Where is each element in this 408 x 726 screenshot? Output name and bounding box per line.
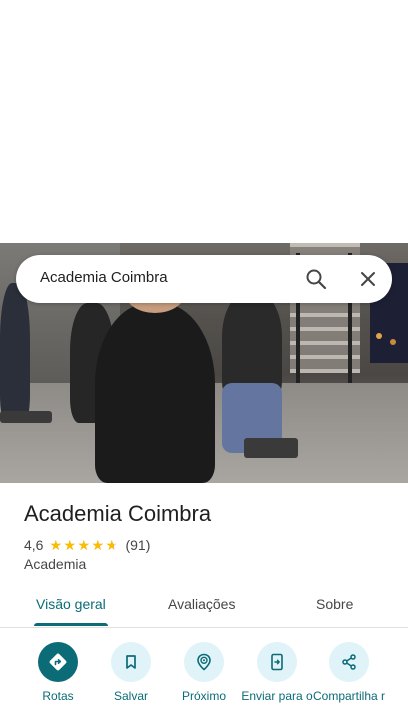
review-count: (91)	[125, 537, 151, 553]
bookmark-icon	[111, 642, 151, 682]
tab-reviews[interactable]: Avaliações	[168, 596, 235, 612]
send-to-phone-button[interactable]: Enviar para o	[239, 640, 315, 703]
place-tabs: Visão geral Avaliações Sobre	[0, 585, 408, 628]
star-rating: ★ ★ ★ ★ ★ ★ ★ ★ ★ ★	[49, 538, 119, 552]
share-button[interactable]: Compartilha r	[311, 640, 387, 703]
share-icon	[329, 642, 369, 682]
close-icon[interactable]	[356, 267, 380, 291]
nearby-button[interactable]: Próximo	[166, 640, 242, 703]
map-blank-area	[0, 0, 408, 243]
star-icon: ★ ★	[105, 537, 119, 553]
star-icon: ★ ★	[49, 537, 63, 553]
save-button[interactable]: Salvar	[93, 640, 169, 703]
nearby-label: Próximo	[181, 689, 226, 703]
search-bar[interactable]: Academia Coimbra	[16, 255, 392, 303]
save-label: Salvar	[113, 689, 148, 703]
action-buttons: Rotas Salvar Próximo Enviar para o Compa…	[0, 640, 408, 726]
star-icon: ★ ★	[77, 537, 91, 553]
star-icon: ★ ★	[91, 537, 105, 553]
directions-button[interactable]: Rotas	[20, 640, 96, 703]
search-icon[interactable]	[304, 267, 328, 291]
rating-value: 4,6	[24, 537, 44, 553]
directions-icon	[38, 642, 78, 682]
directions-label: Rotas	[42, 689, 74, 703]
active-tab-indicator	[34, 623, 108, 626]
rating-row[interactable]: 4,6 ★ ★ ★ ★ ★ ★ ★ ★ ★ ★ (91)	[24, 536, 150, 554]
send-to-phone-icon	[257, 642, 297, 682]
place-category: Academia	[24, 556, 87, 572]
nearby-icon	[184, 642, 224, 682]
star-icon: ★ ★	[63, 537, 77, 553]
send-to-phone-label: Enviar para o	[241, 689, 313, 703]
share-label: Compartilha r	[312, 689, 386, 703]
search-input[interactable]: Academia Coimbra	[40, 269, 168, 286]
place-title: Academia Coimbra	[24, 501, 212, 526]
tab-overview[interactable]: Visão geral	[36, 596, 106, 612]
tab-about[interactable]: Sobre	[316, 596, 353, 612]
